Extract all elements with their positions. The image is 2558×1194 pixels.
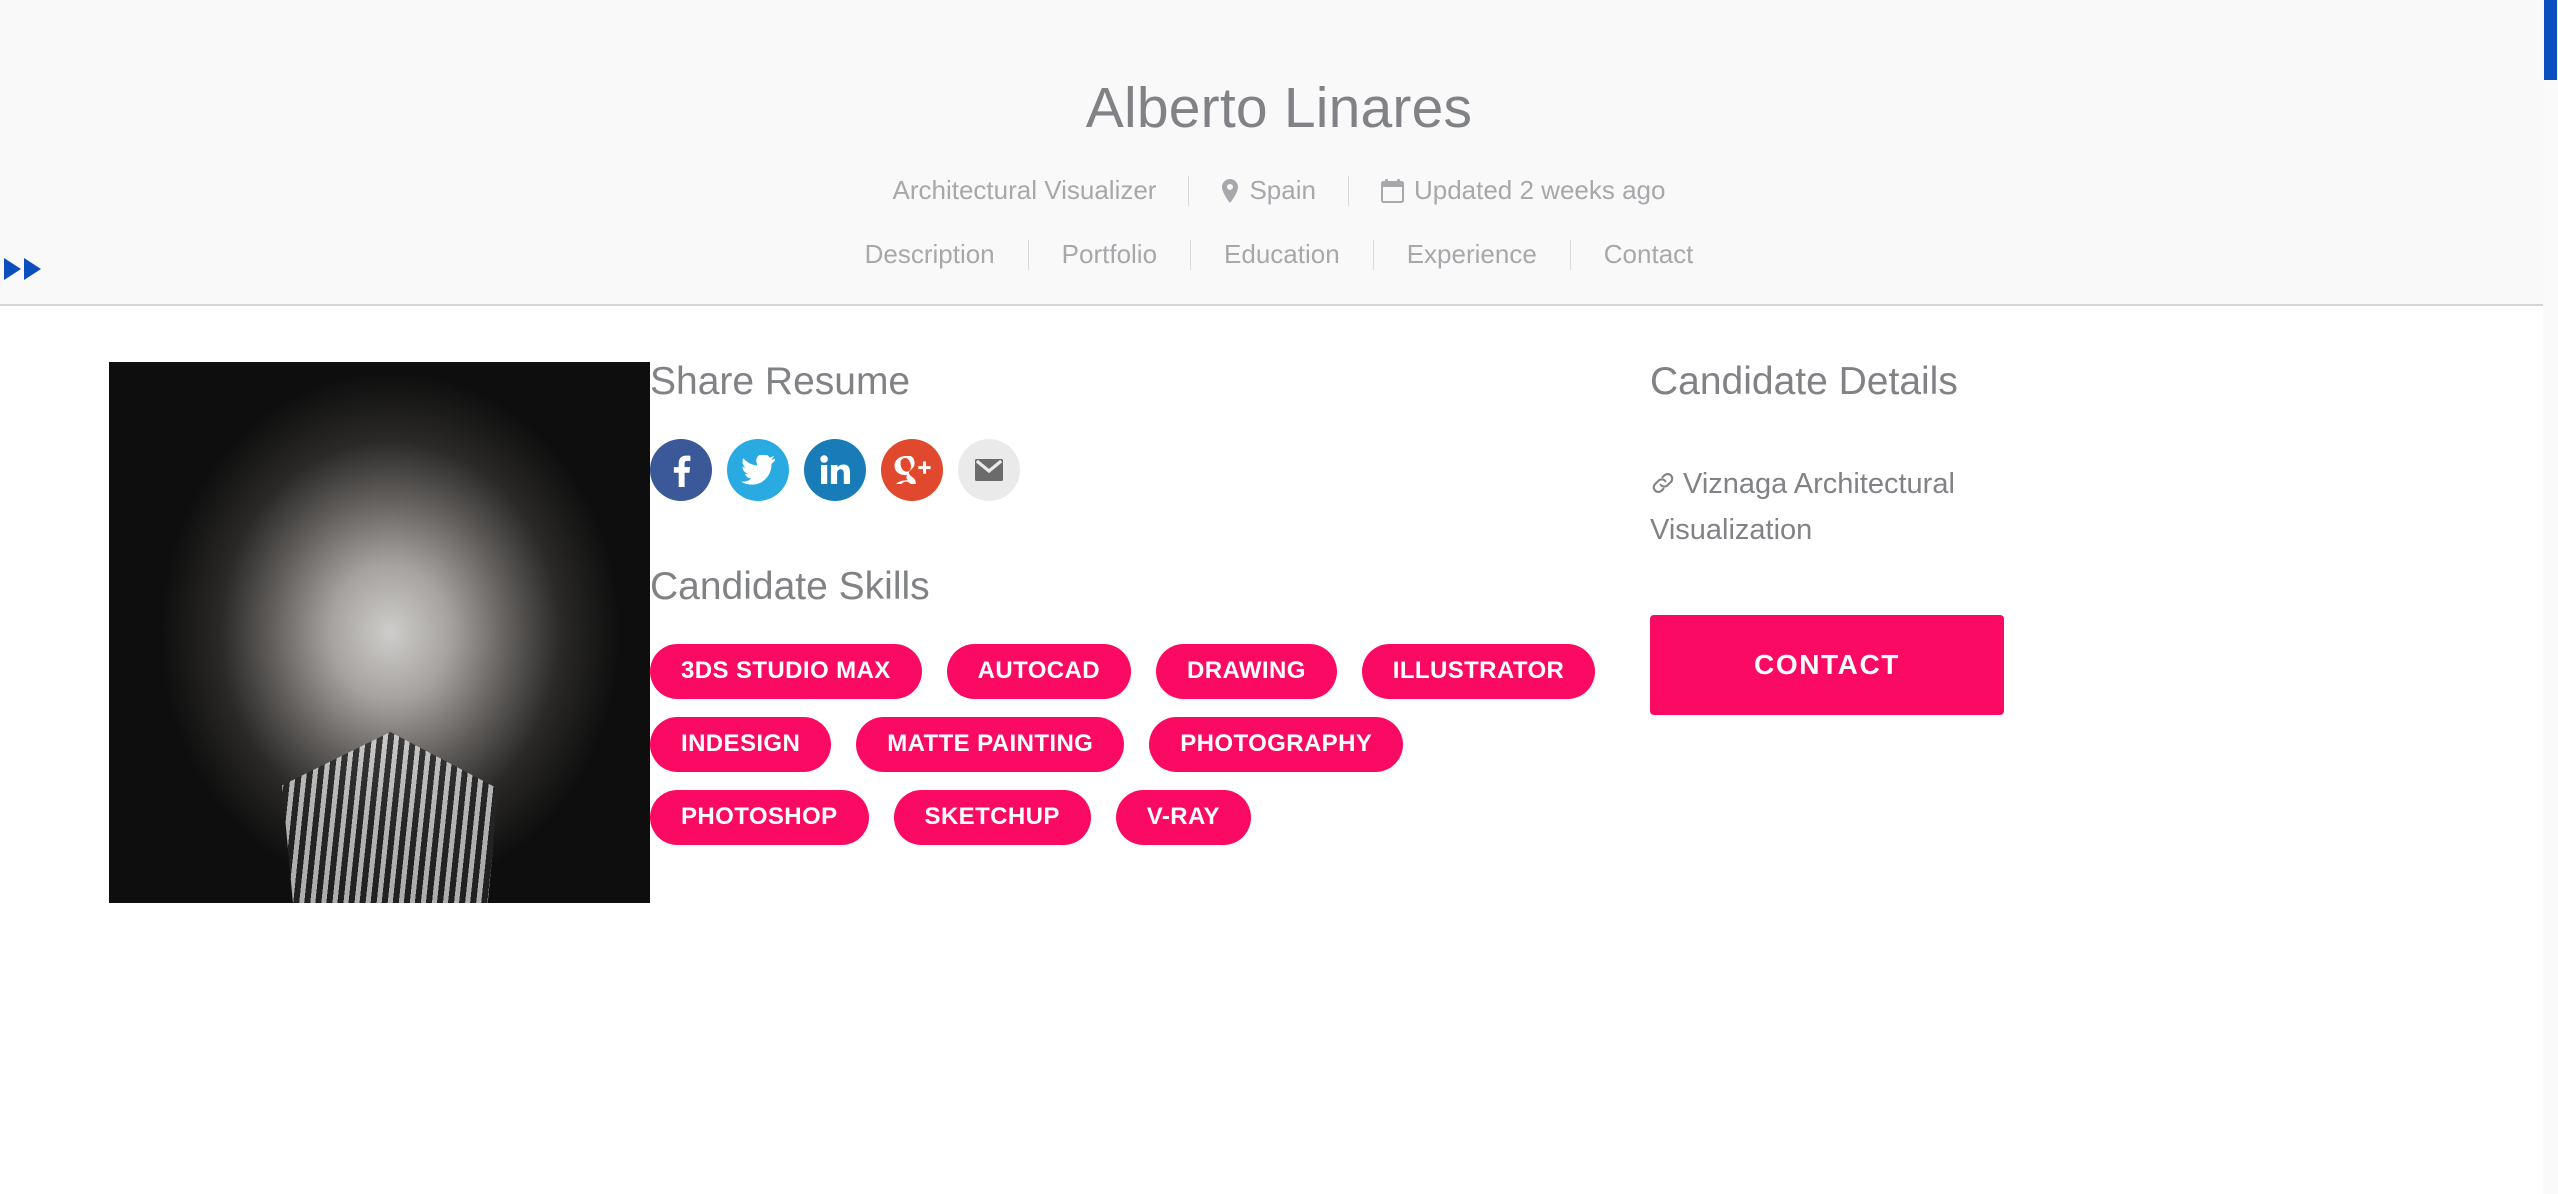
profile-columns: Share Resume Candidate Skills 3DS STUDIO… bbox=[0, 306, 2558, 903]
vertical-scrollbar-thumb[interactable] bbox=[2544, 0, 2557, 80]
side-column: Candidate Details Viznaga Architectural … bbox=[1650, 362, 2558, 903]
calendar-icon bbox=[1380, 178, 1404, 203]
profile-nav: Description Portfolio Education Experien… bbox=[0, 239, 2558, 270]
arrow-triangle-1-icon bbox=[4, 258, 21, 280]
fast-forward-arrows-icon bbox=[4, 258, 41, 280]
candidate-website-row: Viznaga Architectural Visualization bbox=[1650, 463, 2050, 551]
meta-item-updated: Updated 2 weeks ago bbox=[1349, 175, 1698, 206]
skill-tag[interactable]: 3DS STUDIO MAX bbox=[650, 644, 922, 699]
skill-tag[interactable]: MATTE PAINTING bbox=[856, 717, 1125, 772]
meta-role-label: Architectural Visualizer bbox=[892, 175, 1157, 205]
nav-link-experience[interactable]: Experience bbox=[1374, 239, 1570, 270]
share-twitter-button[interactable] bbox=[727, 439, 789, 501]
candidate-website-label[interactable]: Viznaga Architectural Visualization bbox=[1650, 468, 1955, 546]
social-share-row bbox=[650, 439, 1650, 501]
nav-link-description[interactable]: Description bbox=[832, 239, 1028, 270]
link-icon bbox=[1650, 466, 1676, 509]
contact-button[interactable]: CONTACT bbox=[1650, 615, 2004, 716]
candidate-skills-heading: Candidate Skills bbox=[650, 565, 930, 608]
page-title: Alberto Linares bbox=[1085, 76, 1473, 140]
google-plus-icon bbox=[893, 456, 931, 484]
skill-tag[interactable]: PHOTOSHOP bbox=[650, 790, 869, 845]
skill-tag[interactable]: SKETCHUP bbox=[893, 790, 1091, 845]
location-pin-icon bbox=[1221, 178, 1239, 203]
share-googleplus-button[interactable] bbox=[881, 439, 943, 501]
share-facebook-button[interactable] bbox=[650, 439, 712, 501]
twitter-icon bbox=[741, 455, 775, 485]
main-column: Share Resume Candidate Skills 3DS STUDIO… bbox=[650, 362, 1650, 903]
skill-tag[interactable]: PHOTOGRAPHY bbox=[1149, 717, 1404, 772]
meta-location-label: Spain bbox=[1249, 175, 1316, 205]
meta-item-location: Spain bbox=[1189, 175, 1348, 206]
email-icon bbox=[975, 459, 1003, 481]
meta-item-role: Architectural Visualizer bbox=[861, 175, 1189, 206]
skill-tag[interactable]: V-RAY bbox=[1115, 790, 1251, 845]
candidate-details-heading: Candidate Details bbox=[1650, 360, 1958, 403]
profile-header: Alberto Linares Architectural Visualizer… bbox=[0, 0, 2558, 306]
nav-link-portfolio[interactable]: Portfolio bbox=[1029, 239, 1190, 270]
skill-tag[interactable]: DRAWING bbox=[1155, 644, 1337, 699]
skill-tag[interactable]: ILLUSTRATOR bbox=[1361, 644, 1596, 699]
linkedin-icon bbox=[820, 455, 850, 485]
candidate-photo bbox=[109, 362, 650, 903]
vertical-scrollbar-track[interactable] bbox=[2543, 0, 2558, 1194]
nav-link-education[interactable]: Education bbox=[1191, 239, 1373, 270]
candidate-meta-row: Architectural Visualizer Spain Updated 2… bbox=[0, 175, 2558, 206]
profile-content: Share Resume Candidate Skills 3DS STUDIO… bbox=[0, 306, 2558, 903]
nav-link-contact[interactable]: Contact bbox=[1571, 239, 1727, 270]
facebook-icon bbox=[664, 453, 698, 487]
skill-tag[interactable]: INDESIGN bbox=[650, 717, 832, 772]
meta-updated-label: Updated 2 weeks ago bbox=[1413, 175, 1666, 205]
arrow-triangle-2-icon bbox=[24, 258, 41, 280]
share-resume-heading: Share Resume bbox=[650, 360, 911, 403]
skill-tag[interactable]: AUTOCAD bbox=[946, 644, 1131, 699]
share-email-button[interactable] bbox=[958, 439, 1020, 501]
share-linkedin-button[interactable] bbox=[804, 439, 866, 501]
photo-column bbox=[0, 362, 650, 903]
candidate-skills-list: 3DS STUDIO MAX AUTOCAD DRAWING ILLUSTRAT… bbox=[650, 644, 1600, 845]
